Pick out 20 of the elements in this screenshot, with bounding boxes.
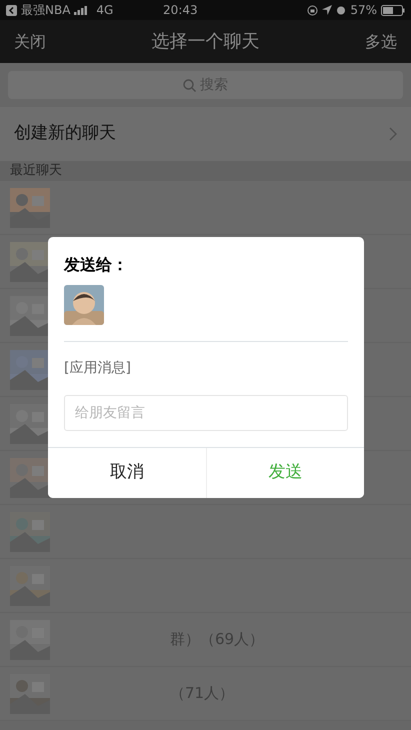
search-icon [183,78,196,92]
dialog-title: 发送给： [64,254,129,276]
message-input[interactable]: 给朋友留言 [64,395,348,431]
battery-icon [381,4,405,16]
location-icon [322,5,332,15]
message-label: [应用消息] [64,359,132,378]
send-button[interactable]: 发送 [206,448,364,498]
create-chat-row[interactable]: 创建新的聊天 [0,107,411,161]
multi-select-link[interactable]: 多选 [365,30,397,54]
section-label: 最近聊天 [10,162,62,180]
back-label[interactable]: 最强NBA [21,1,70,19]
chevron-right-icon [389,127,397,141]
network-label: 4G [96,2,114,19]
battery-percent: 57% [350,2,377,19]
close-link[interactable]: 关闭 [14,30,46,54]
signal-icon [74,6,88,14]
page-title: 选择一个聊天 [152,30,260,54]
lock-rotation-icon [307,4,318,16]
back-icon [6,4,17,16]
status-time: 20:43 [162,2,199,19]
